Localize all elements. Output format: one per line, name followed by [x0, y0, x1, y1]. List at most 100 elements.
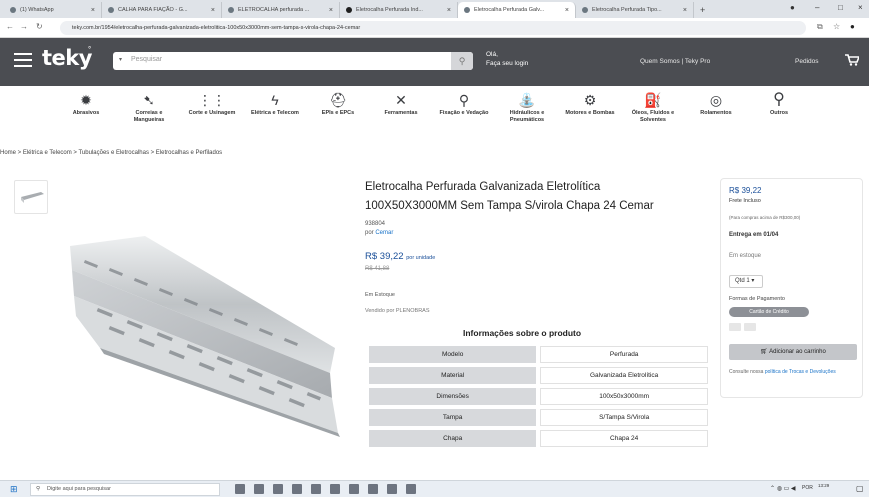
category-eletrica[interactable]: ϟ Elétrica e Telecom [249, 90, 301, 142]
category-hidraulicos[interactable]: ⛲ Hidráulicos e Pneumáticos [501, 90, 553, 142]
faucet-icon: ⛲ [518, 92, 536, 108]
product-old-price: R$ 41,88 [365, 266, 390, 272]
browser-tab[interactable]: CALHA PARA FIAÇÃO - G... × [102, 2, 222, 18]
shipping-label: Frete Incluso [729, 198, 761, 204]
category-outros[interactable]: ⚲ Outros [753, 90, 805, 142]
photos-icon[interactable] [368, 484, 378, 494]
product-info-title: Informações sobre o produto [463, 328, 582, 338]
product-sku: 938804 [365, 221, 386, 227]
payment-method-badge[interactable]: Cartão de Crédito [729, 307, 809, 317]
spec-key: Material [369, 367, 537, 384]
category-fixacao[interactable]: ⚲ Fixação e Vedação [438, 90, 490, 142]
cortana-icon[interactable] [235, 484, 245, 494]
search-category-dropdown[interactable]: ▾ [119, 56, 122, 63]
product-title: Eletrocalha Perfurada Galvanizada Eletro… [365, 181, 654, 212]
card-flags [729, 323, 759, 331]
search-box[interactable]: ▾ Pesquisar ⚲ [113, 52, 473, 70]
tray-icons[interactable]: ⌃ ◍ ▭ ◀︎ [770, 485, 796, 492]
maximize-icon[interactable]: □ [838, 3, 843, 12]
add-to-cart-button[interactable]: 🛒︎ Adicionar ao carrinho [729, 344, 857, 360]
close-tab-icon[interactable]: × [325, 7, 333, 14]
payment-title: Formas de Pagamento [729, 296, 785, 302]
windows-start-icon[interactable]: ⊞ [10, 484, 18, 495]
taskbar-search-input[interactable]: ⚲ Digite aqui para pesquisar [30, 483, 220, 496]
search-icon: ⚲ [36, 486, 41, 492]
category-motores[interactable]: ⚙ Motores e Bombas [564, 90, 616, 142]
close-tab-icon[interactable]: × [561, 7, 569, 14]
product-price: R$ 39,22 por unidade [365, 251, 436, 262]
close-tab-icon[interactable]: × [207, 7, 215, 14]
header-links[interactable]: Quem Somos | Teky Pro [640, 58, 710, 65]
card-flag-icon [744, 323, 756, 331]
store-icon[interactable] [311, 484, 321, 494]
taskbar-apps [235, 484, 425, 494]
category-ferramentas[interactable]: ✕ Ferramentas [375, 90, 427, 142]
category-bar: ✹ Abrasivos ➷ Correias e Mangueiras ⋮⋮ Cort… [60, 90, 820, 142]
category-epis[interactable]: ⛑ EPIs e EPCs [312, 90, 364, 142]
drill-bits-icon: ⋮⋮ [198, 92, 226, 108]
helmet-icon: ⛑ [329, 92, 347, 108]
new-tab-button[interactable]: + [694, 2, 711, 18]
account-icon[interactable]: ● [850, 22, 855, 31]
close-tab-icon[interactable]: × [87, 7, 95, 14]
reload-icon[interactable]: ↻ [36, 22, 43, 31]
app-icon[interactable] [406, 484, 416, 494]
login-link[interactable]: Olá, Faça seu login [486, 50, 528, 68]
browser-tab-active[interactable]: Eletrocalha Perfurada Galv... × [458, 2, 576, 18]
close-tab-icon[interactable]: × [679, 7, 687, 14]
oil-can-icon: ⛽ [644, 92, 662, 108]
category-abrasivos[interactable]: ✹ Abrasivos [60, 90, 112, 142]
search-input[interactable]: Pesquisar [131, 56, 162, 63]
address-bar-row: ← → ↻ teky.com.br/1954/eletrocalha-perfu… [0, 18, 869, 38]
back-icon[interactable]: ← [6, 22, 14, 31]
menu-icon[interactable] [14, 53, 32, 67]
chrome-icon[interactable] [330, 484, 340, 494]
brand-link[interactable]: Cemar [375, 230, 393, 236]
product-thumbnail[interactable] [14, 180, 48, 214]
quantity-select[interactable]: Qtd 1 ▾ [729, 275, 763, 288]
category-correias[interactable]: ➷ Correias e Mangueiras [123, 90, 175, 142]
browser-tab[interactable]: Eletrocalha Perfurada Ind... × [340, 2, 458, 18]
table-row: Modelo Perfurada [369, 346, 708, 363]
category-rolamentos[interactable]: ◎ Rolamentos [690, 90, 742, 142]
extension-icon[interactable]: ⧉ [817, 22, 823, 32]
url-field[interactable]: teky.com.br/1954/eletrocalha-perfurada-g… [60, 21, 806, 35]
spec-key: Chapa [369, 430, 537, 447]
favicon-icon [108, 7, 114, 13]
search-icon[interactable]: ⚲ [451, 52, 473, 70]
explorer-icon[interactable] [292, 484, 302, 494]
word-icon[interactable] [349, 484, 359, 494]
task-view-icon[interactable] [254, 484, 264, 494]
spec-value: Perfurada [540, 346, 708, 363]
forward-icon[interactable]: → [20, 22, 28, 31]
card-flag-icon [729, 323, 741, 331]
browser-tab[interactable]: (1) WhatsApp × [4, 2, 102, 18]
browser-tab[interactable]: Eletrocalha Perfurada Tipo... × [576, 2, 694, 18]
return-policy-link[interactable]: política de Trocas e Devoluções [765, 369, 836, 375]
close-tab-icon[interactable]: × [443, 7, 451, 14]
cart-icon[interactable] [845, 54, 859, 66]
profile-icon[interactable]: ● [790, 3, 795, 12]
breadcrumb[interactable]: Home > Elétrica e Telecom > Tubulações e… [0, 150, 222, 156]
teky-logo[interactable]: teky [42, 46, 92, 70]
motor-icon: ⚙ [583, 92, 597, 108]
minimize-icon[interactable]: – [815, 3, 819, 12]
close-window-icon[interactable]: × [858, 3, 863, 12]
orders-link[interactable]: Pedidos [795, 58, 819, 65]
browser-tab[interactable]: ELETROCALHA perfurada ... × [222, 2, 340, 18]
spec-value: Galvanizada Eletrolítica [540, 367, 708, 384]
bearing-icon: ◎ [709, 92, 723, 108]
bookmark-star-icon[interactable]: ☆ [833, 22, 840, 31]
browser-tab-strip: (1) WhatsApp × CALHA PARA FIAÇÃO - G... × … [0, 0, 869, 18]
acrobat-icon[interactable] [387, 484, 397, 494]
category-oleos[interactable]: ⛽ Óleos, Fluidos e Solventes [627, 90, 679, 142]
notifications-icon[interactable]: ▢ [856, 484, 864, 493]
clock[interactable]: 13:29 [818, 483, 829, 489]
abrasive-icon: ✹ [80, 92, 92, 108]
edge-icon[interactable] [273, 484, 283, 494]
category-corte[interactable]: ⋮⋮ Corte e Usinagem [186, 90, 238, 142]
spec-value: 100x50x3000mm [540, 388, 708, 405]
language-indicator[interactable]: POR [802, 485, 813, 491]
logo-mark-icon: ° [88, 45, 92, 54]
table-row: Material Galvanizada Eletrolítica [369, 367, 708, 384]
